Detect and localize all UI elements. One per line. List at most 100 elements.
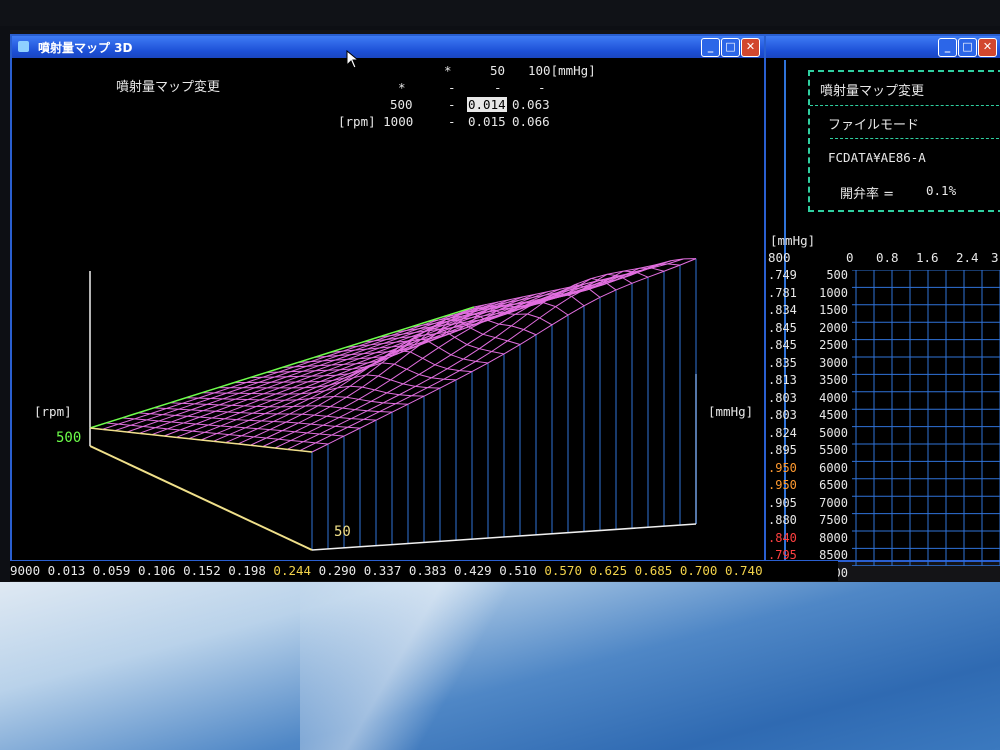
file-mode-label[interactable]: ファイルモード bbox=[828, 114, 919, 133]
mesh-line bbox=[235, 393, 252, 400]
mesh-line bbox=[410, 351, 423, 359]
mesh-line bbox=[450, 344, 468, 356]
mesh-line bbox=[285, 421, 299, 424]
desk-surface bbox=[0, 582, 1000, 750]
rpm-mmhg-grid[interactable] bbox=[852, 270, 1000, 566]
mesh-line bbox=[199, 416, 213, 419]
side-titlebar[interactable]: _ □ ✕ bbox=[766, 36, 1000, 58]
mesh-line bbox=[491, 340, 508, 352]
value-cell: .905 bbox=[768, 495, 797, 510]
mesh-line bbox=[326, 407, 343, 417]
col-header: 0 bbox=[846, 250, 854, 265]
mesh-line bbox=[399, 394, 412, 397]
map-3d-window: 噴射量マップ 3D _ □ ✕ 噴射量マップ変更 * 50 100[mmHg] … bbox=[10, 34, 766, 562]
mesh-line bbox=[155, 421, 172, 429]
edge-line bbox=[213, 440, 226, 444]
mesh-line bbox=[379, 403, 396, 413]
strip-value: 0.013 bbox=[40, 563, 86, 578]
map-info-panel: 噴射量マップ変更 ファイルモード FCDATA¥AE86-A 開弁率 = 0.1… bbox=[808, 70, 1000, 212]
strip-value: 0.337 bbox=[356, 563, 402, 578]
value-cell: .803 bbox=[768, 390, 797, 405]
mesh-line bbox=[299, 442, 316, 452]
mesh-line bbox=[379, 411, 393, 413]
mesh-line bbox=[150, 413, 163, 416]
minimize-icon[interactable]: _ bbox=[938, 38, 957, 57]
mesh-line bbox=[543, 302, 556, 308]
mesh-line bbox=[475, 360, 489, 364]
mesh-line bbox=[194, 397, 211, 405]
mesh-line bbox=[204, 431, 218, 434]
mesh-line bbox=[139, 427, 156, 434]
close-icon[interactable]: ✕ bbox=[978, 38, 997, 57]
mesh-line bbox=[335, 425, 348, 428]
mesh-line bbox=[266, 430, 283, 439]
file-name[interactable]: FCDATA¥AE86-A bbox=[828, 150, 926, 165]
mesh-line bbox=[243, 399, 261, 407]
mesh-line bbox=[422, 347, 439, 359]
mesh-line bbox=[155, 427, 168, 430]
mesh-line bbox=[166, 408, 179, 410]
mesh-line bbox=[306, 365, 320, 367]
mesh-line bbox=[375, 411, 393, 421]
mesh-line bbox=[215, 410, 229, 413]
mesh-line bbox=[303, 433, 320, 443]
maximize-icon[interactable]: □ bbox=[721, 38, 740, 57]
strip-value: 0.570 bbox=[536, 563, 582, 578]
mesh-line bbox=[229, 434, 242, 437]
rpm-cell: 5000 bbox=[819, 425, 848, 440]
mesh-line bbox=[539, 317, 553, 326]
mesh-line bbox=[231, 404, 245, 407]
mesh-line bbox=[338, 417, 352, 420]
mesh-line bbox=[342, 398, 359, 409]
edge-line bbox=[225, 441, 239, 445]
edge-line bbox=[274, 447, 288, 451]
mesh-line bbox=[278, 438, 292, 441]
mesh-line bbox=[335, 418, 352, 427]
app-icon bbox=[18, 41, 29, 52]
mesh-line bbox=[241, 428, 258, 437]
mesh-line bbox=[450, 354, 464, 360]
mesh-line bbox=[322, 424, 336, 427]
mesh-line bbox=[523, 317, 540, 330]
mesh-line bbox=[482, 323, 500, 335]
mesh-line bbox=[257, 428, 271, 431]
mesh-line bbox=[667, 263, 681, 266]
mesh-line bbox=[167, 422, 184, 430]
close-icon[interactable]: ✕ bbox=[741, 38, 760, 57]
mesh-line bbox=[190, 409, 204, 412]
rpm-cell: 3000 bbox=[819, 355, 848, 370]
value-cell: .840 bbox=[768, 530, 797, 545]
mesh-line bbox=[374, 389, 388, 394]
edge-line bbox=[185, 391, 203, 399]
edge-line bbox=[250, 444, 263, 448]
minimize-icon[interactable]: _ bbox=[701, 38, 720, 57]
mesh-line bbox=[551, 314, 569, 326]
mesh-line bbox=[118, 423, 131, 426]
mesh-line bbox=[142, 425, 156, 429]
mesh-line bbox=[151, 428, 168, 436]
value-cell: .950 bbox=[768, 460, 797, 475]
mesh-line bbox=[431, 377, 444, 380]
edge-line bbox=[153, 402, 171, 409]
mesh-line bbox=[443, 378, 457, 381]
mesh-line bbox=[365, 374, 379, 377]
main-titlebar[interactable]: 噴射量マップ 3D _ □ ✕ bbox=[12, 36, 764, 58]
rpm-cell: 1500 bbox=[819, 303, 848, 317]
mesh-line bbox=[487, 353, 505, 364]
mesh-line bbox=[183, 422, 197, 425]
mesh-line bbox=[282, 422, 299, 432]
mesh-line bbox=[346, 396, 359, 400]
mesh-line bbox=[406, 368, 420, 375]
side-window: _ □ ✕ 噴射量マップ変更 ファイルモード FCDATA¥AE86-A 開弁率… bbox=[764, 34, 1000, 580]
mesh-line bbox=[423, 387, 441, 397]
mesh-line bbox=[142, 420, 160, 427]
mesh-line bbox=[294, 423, 311, 433]
mesh-line bbox=[240, 412, 253, 414]
edge-line bbox=[287, 448, 300, 452]
mesh-line bbox=[418, 364, 436, 375]
mesh-line bbox=[229, 427, 246, 436]
mesh-line bbox=[278, 431, 295, 440]
mesh-line bbox=[343, 363, 357, 365]
maximize-icon[interactable]: □ bbox=[958, 38, 977, 57]
fuel-map-3d-graph[interactable] bbox=[12, 58, 760, 558]
